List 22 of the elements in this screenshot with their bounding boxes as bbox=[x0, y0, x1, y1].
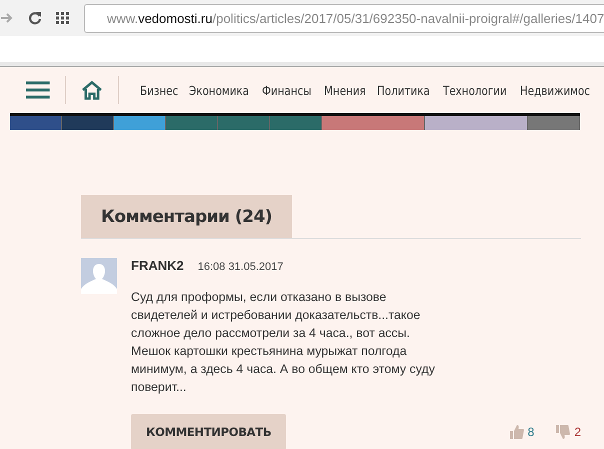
nav-link[interactable]: Политика bbox=[377, 82, 430, 98]
nav-link[interactable]: Финансы bbox=[262, 82, 312, 98]
nav-link[interactable]: Экономика bbox=[188, 82, 249, 98]
avatar-silhouette bbox=[81, 258, 117, 294]
nav-link[interactable]: Недвижимос bbox=[520, 82, 590, 98]
address-bar[interactable]: www.vedomosti.ru/politics/articles/2017/05/31/692350-navalnii-proigral#/galleries/1407 bbox=[84, 4, 604, 32]
reply-button[interactable]: КОММЕНТИРОВАТЬ bbox=[131, 414, 286, 449]
thumbs-up-icon[interactable] bbox=[510, 425, 524, 439]
dislike-count: 2 bbox=[574, 425, 581, 439]
reload-icon[interactable] bbox=[28, 11, 42, 25]
comment-author[interactable]: FRANK2 bbox=[131, 258, 184, 273]
nav-link[interactable]: Бизнес bbox=[140, 82, 178, 98]
menu-icon[interactable] bbox=[26, 81, 50, 99]
like-count: 8 bbox=[528, 425, 534, 439]
thumbs-down-icon[interactable] bbox=[556, 425, 570, 439]
home-icon[interactable] bbox=[80, 80, 103, 100]
nav-link[interactable]: Мнения bbox=[324, 82, 366, 98]
comment-time: 16:08 31.05.2017 bbox=[198, 261, 284, 273]
comment-text: Суд для проформы, если отказано в вызове свидетелей и истребовании доказательств...такое сложное дело рассмотрели за 4 часа., вот ассы. Мешок картошки крестьянина мурыжат полгода минимум, а здесь 4 часа. А во общем кто этому суду поверит... bbox=[131, 289, 436, 396]
apps-grid-icon[interactable] bbox=[56, 12, 70, 24]
comments-heading: Комментарии (24) bbox=[81, 195, 292, 238]
nav-link[interactable]: Технологии bbox=[442, 82, 506, 98]
